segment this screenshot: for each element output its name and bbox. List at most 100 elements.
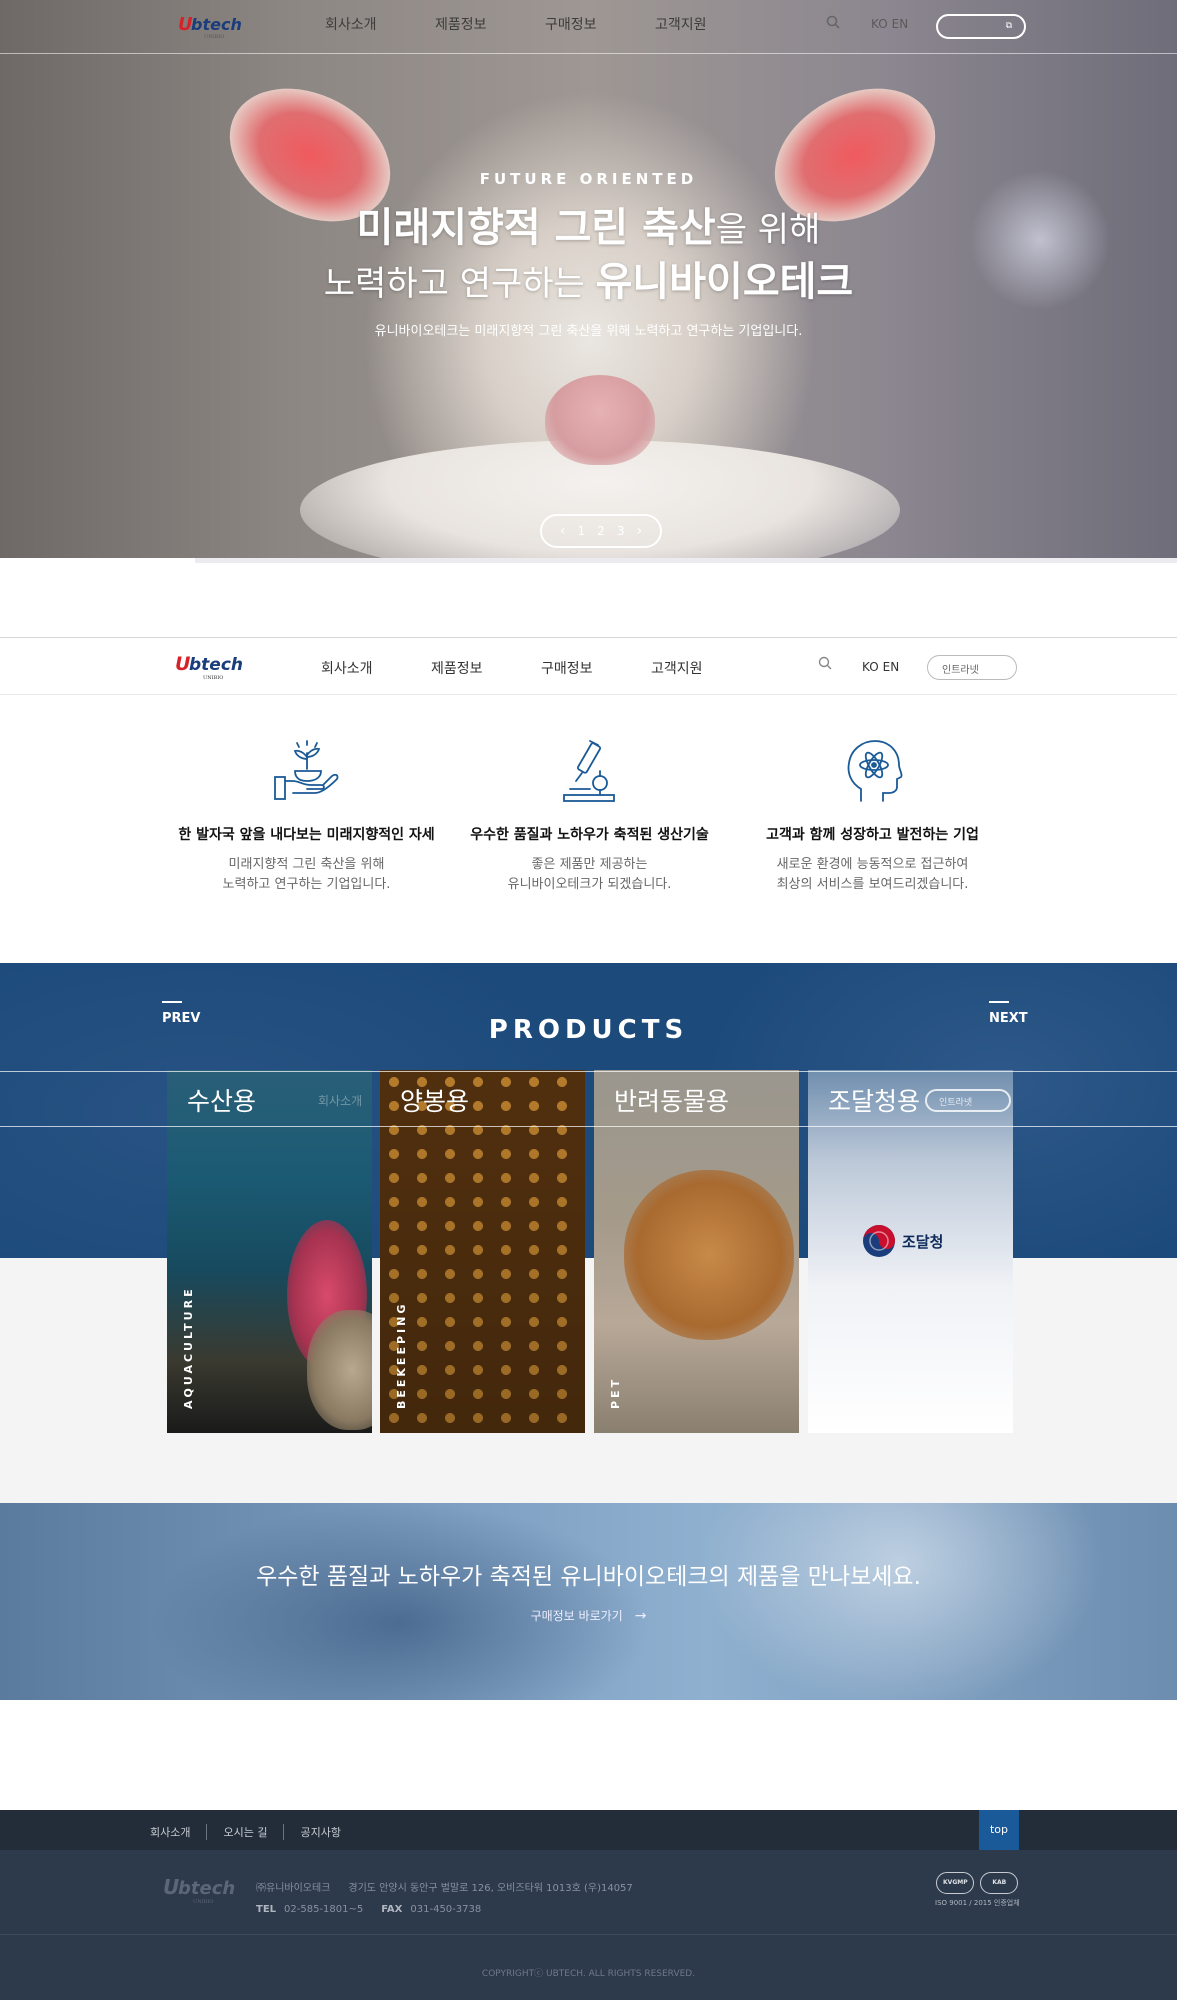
plant-hand-icon [165, 725, 448, 805]
pager-item-3[interactable]: 3 [617, 524, 625, 538]
scroll-top-button[interactable]: top [979, 1810, 1019, 1850]
fax-label: FAX [381, 1904, 403, 1915]
svg-text:btech: btech [191, 15, 242, 34]
feature-desc-line1: 새로운 환경에 능동적으로 접근하여 [776, 857, 969, 872]
copyright: COPYRIGHTⓒ UBTECH. ALL RIGHTS RESERVED. [481, 1969, 696, 1979]
footer-link-notice[interactable]: 공지사항 [283, 1824, 356, 1840]
search-icon[interactable] [826, 14, 840, 33]
footer-link-company[interactable]: 회사소개 [150, 1824, 206, 1840]
pager-item-2[interactable]: 2 [597, 524, 605, 538]
feature-desc-line1: 미래지향적 그린 축산을 위해 [228, 857, 385, 872]
footer-links: 회사소개 오시는 길 공지사항 [150, 1824, 357, 1840]
feature-item: 우수한 품질과 노하우가 축적된 생산기술 좋은 제품만 제공하는 유니바이오테… [448, 725, 731, 895]
feature-item: 한 발자국 앞을 내다보는 미래지향적인 자세 미래지향적 그린 축산을 위해 … [165, 725, 448, 895]
svg-text:U: U [163, 1875, 179, 1899]
head-atom-icon [731, 725, 1014, 805]
cta-heading: 우수한 품질과 노하우가 축적된 유니바이오테크의 제품을 만나보세요. [256, 1564, 921, 1590]
arrow-right-icon: → [634, 1608, 647, 1624]
menu-item-products[interactable]: 제품정보 [431, 658, 541, 678]
fax-value: 031-450-3738 [410, 1904, 482, 1915]
feature-title: 고객과 함께 성장하고 발전하는 기업 [766, 827, 979, 843]
feature-desc-line2: 노력하고 연구하는 기업입니다. [222, 877, 391, 892]
cta-banner: 우수한 품질과 노하우가 축적된 유니바이오테크의 제품을 만나보세요. 구매정… [0, 1503, 1177, 1700]
menu-item-products[interactable]: 제품정보 [435, 14, 545, 34]
slider-progress [0, 558, 1177, 563]
menu-item-support[interactable]: 고객지원 [655, 14, 765, 34]
ghost-header-overlay: 회사소개 인트라넷 [0, 1071, 1177, 1127]
procurement-seal: 조달청 [862, 1224, 943, 1258]
intranet-button[interactable]: ⧉ [936, 14, 1026, 39]
language-switch: KO EN [862, 660, 903, 674]
feature-title: 우수한 품질과 노하우가 축적된 생산기술 [470, 827, 709, 843]
menu-item-support[interactable]: 고객지원 [651, 658, 761, 678]
hero-line1-light: 을 위해 [715, 210, 821, 250]
hero-eyebrow: FUTURE ORIENTED [479, 170, 698, 188]
slider-pager: ‹ 1 2 3 › [540, 514, 662, 548]
feature-title: 한 발자국 앞을 내다보는 미래지향적인 자세 [178, 827, 435, 843]
hero-line1-bold: 미래지향적 그린 축산 [356, 205, 716, 251]
logo[interactable]: U btech UNIBIO [175, 649, 251, 687]
feature-desc-line2: 유니바이오테크가 되겠습니다. [507, 877, 672, 892]
footer-divider [0, 1934, 1177, 1935]
ghost-intranet-button: 인트라넷 [925, 1089, 1011, 1112]
lang-ko[interactable]: KO [871, 17, 888, 31]
footer-link-directions[interactable]: 오시는 길 [206, 1824, 283, 1840]
language-switch: KO EN [871, 17, 912, 31]
certifications: KVGMP KAB ISO 9001 / 2015 인증업체 [935, 1872, 1020, 1908]
logo[interactable]: U btech UNIBIO [178, 10, 250, 44]
hero-subtitle: 유니바이오테크는 미래지향적 그린 축산을 위해 노력하고 연구하는 기업입니다… [374, 324, 803, 339]
hero-image-nose [545, 375, 655, 465]
external-link-icon: ⧉ [1005, 21, 1012, 31]
ghost-menu-item: 회사소개 [318, 1094, 363, 1108]
feature-desc-line2: 최상의 서비스를 보여드리겠습니다. [776, 877, 969, 892]
product-card-vertical-label: AQUACULTURE [182, 1286, 195, 1409]
footer-links-bar: 회사소개 오시는 길 공지사항 top [0, 1810, 1177, 1850]
cert-badges: KVGMP KAB [935, 1872, 1020, 1894]
products-next-button[interactable]: NEXT [989, 1001, 1028, 1026]
feature-desc: 좋은 제품만 제공하는 유니바이오테크가 되겠습니다. [448, 855, 731, 895]
feature-desc: 미래지향적 그린 축산을 위해 노력하고 연구하는 기업입니다. [165, 855, 448, 895]
product-card-vertical-label: PET [609, 1376, 622, 1409]
svg-text:btech: btech [178, 1878, 235, 1899]
menu-item-purchase[interactable]: 구매정보 [545, 14, 655, 34]
prev-arrow-icon[interactable]: ‹ [560, 523, 566, 539]
product-image-dog [624, 1170, 794, 1340]
kvgmp-badge: KVGMP [936, 1872, 975, 1894]
lang-en[interactable]: EN [883, 660, 900, 674]
taegeuk-icon [863, 1225, 895, 1257]
hero-banner: U btech UNIBIO 회사소개 제품정보 구매정보 고객지원 KO EN … [0, 0, 1177, 563]
product-image-rock [307, 1310, 372, 1430]
next-arrow-icon[interactable]: › [636, 523, 642, 539]
feature-desc-line1: 좋은 제품만 제공하는 [531, 857, 648, 872]
main-menu: 회사소개 제품정보 구매정보 고객지원 [321, 658, 761, 678]
tel-label: TEL [256, 1904, 277, 1915]
purchase-info-link[interactable]: 구매정보 바로가기 → [0, 1607, 1177, 1624]
lang-en[interactable]: EN [892, 17, 909, 31]
product-card-vertical-label: BEEKEEPING [395, 1301, 408, 1409]
hero-headline: 미래지향적 그린 축산을 위해 노력하고 연구하는 유니바이오테크 [0, 202, 1177, 310]
feature-item: 고객과 함께 성장하고 발전하는 기업 새로운 환경에 능동적으로 접근하여 최… [731, 725, 1014, 895]
pager-item-1[interactable]: 1 [578, 524, 586, 538]
svg-text:UNIBIO: UNIBIO [193, 1899, 213, 1905]
menu-item-purchase[interactable]: 구매정보 [541, 658, 651, 678]
svg-text:UNIBIO: UNIBIO [204, 34, 224, 40]
main-menu: 회사소개 제품정보 구매정보 고객지원 [325, 14, 765, 34]
iso-text: ISO 9001 / 2015 인증업체 [935, 1899, 1020, 1907]
kab-badge: KAB [980, 1872, 1019, 1894]
menu-item-company[interactable]: 회사소개 [325, 14, 435, 34]
hero-line2-light: 노력하고 연구하는 [323, 264, 596, 304]
company-info: ㈜유니바이오테크 경기도 안양시 동안구 벌말로 126, 오비즈타워 1013호… [256, 1878, 633, 1920]
menu-item-company[interactable]: 회사소개 [321, 658, 431, 678]
tel-value: 02-585-1801~5 [284, 1904, 364, 1915]
footer-main: U btech UNIBIO ㈜유니바이오테크 경기도 안양시 동안구 벌말로 1… [0, 1850, 1177, 2000]
slider-progress-fill [0, 558, 195, 563]
footer-logo: U btech UNIBIO [163, 1872, 241, 1910]
search-icon[interactable] [818, 655, 832, 674]
lang-ko[interactable]: KO [862, 660, 879, 674]
company-address: 경기도 안양시 동안구 벌말로 126, 오비즈타워 1013호 (우)1405… [348, 1883, 633, 1894]
microscope-icon [448, 725, 731, 805]
company-name: ㈜유니바이오테크 [256, 1883, 331, 1894]
feature-desc: 새로운 환경에 능동적으로 접근하여 최상의 서비스를 보여드리겠습니다. [731, 855, 1014, 895]
intranet-button[interactable]: 인트라넷 [927, 655, 1017, 680]
svg-text:UNIBIO: UNIBIO [203, 675, 223, 681]
